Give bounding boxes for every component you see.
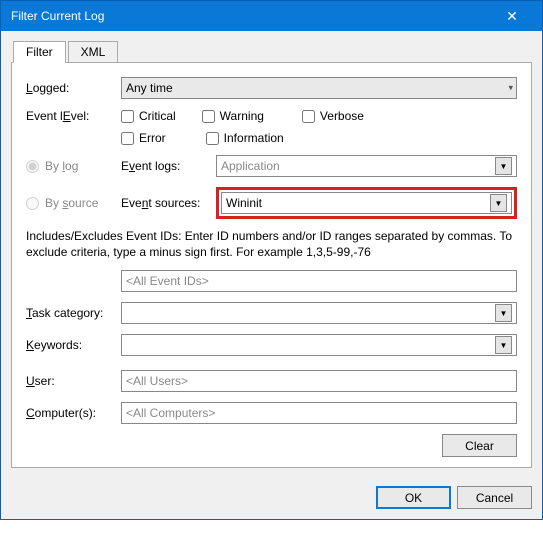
eventsources-highlight: Wininit ▼ xyxy=(216,187,517,219)
keywords-label: Keywords: xyxy=(26,338,121,352)
bysource-radio: By source xyxy=(26,196,121,210)
eventlogs-label: Event logs: xyxy=(121,159,216,173)
computers-label: Computer(s): xyxy=(26,406,121,420)
computers-input[interactable] xyxy=(121,402,517,424)
cancel-button[interactable]: Cancel xyxy=(457,486,532,509)
clear-button[interactable]: Clear xyxy=(442,434,517,457)
information-checkbox[interactable]: Information xyxy=(206,131,284,145)
tab-panel: Logged: Any time ▾ Event lEvel: Critical xyxy=(11,62,532,468)
critical-checkbox[interactable]: Critical xyxy=(121,109,176,123)
error-checkbox[interactable]: Error xyxy=(121,131,166,145)
eventsources-label: Event sources: xyxy=(121,196,216,210)
eventlogs-combo: Application ▼ xyxy=(216,155,517,177)
dialog-buttons: OK Cancel xyxy=(1,478,542,519)
close-icon[interactable]: ✕ xyxy=(492,1,532,31)
chevron-down-icon[interactable]: ▼ xyxy=(495,304,512,322)
dialog-window: Filter Current Log ✕ Filter XML Logged: … xyxy=(0,0,543,520)
ok-button[interactable]: OK xyxy=(376,486,451,509)
warning-checkbox[interactable]: Warning xyxy=(202,109,264,123)
logged-select[interactable]: Any time xyxy=(121,77,517,99)
tab-xml[interactable]: XML xyxy=(68,41,119,63)
user-label: User: xyxy=(26,374,121,388)
eventids-help-text: Includes/Excludes Event IDs: Enter ID nu… xyxy=(26,229,517,260)
taskcategory-label: Task category: xyxy=(26,306,121,320)
logged-label: Logged: xyxy=(26,81,121,95)
chevron-down-icon[interactable]: ▼ xyxy=(495,336,512,354)
eventsources-combo[interactable]: Wininit ▼ xyxy=(221,192,512,214)
titlebar: Filter Current Log ✕ xyxy=(1,1,542,31)
chevron-down-icon[interactable]: ▼ xyxy=(490,194,507,212)
verbose-checkbox[interactable]: Verbose xyxy=(302,109,364,123)
bylog-radio: By log xyxy=(26,159,121,173)
taskcategory-combo[interactable]: ▼ xyxy=(121,302,517,324)
chevron-down-icon: ▼ xyxy=(495,157,512,175)
user-input[interactable] xyxy=(121,370,517,392)
keywords-combo[interactable]: ▼ xyxy=(121,334,517,356)
tabstrip: Filter XML xyxy=(13,41,532,63)
window-title: Filter Current Log xyxy=(11,9,492,23)
eventids-input[interactable] xyxy=(121,270,517,292)
content-area: Filter XML Logged: Any time ▾ Event lEve… xyxy=(1,31,542,478)
eventlevel-label: Event lEvel: xyxy=(26,109,121,123)
tab-filter[interactable]: Filter xyxy=(13,41,66,63)
